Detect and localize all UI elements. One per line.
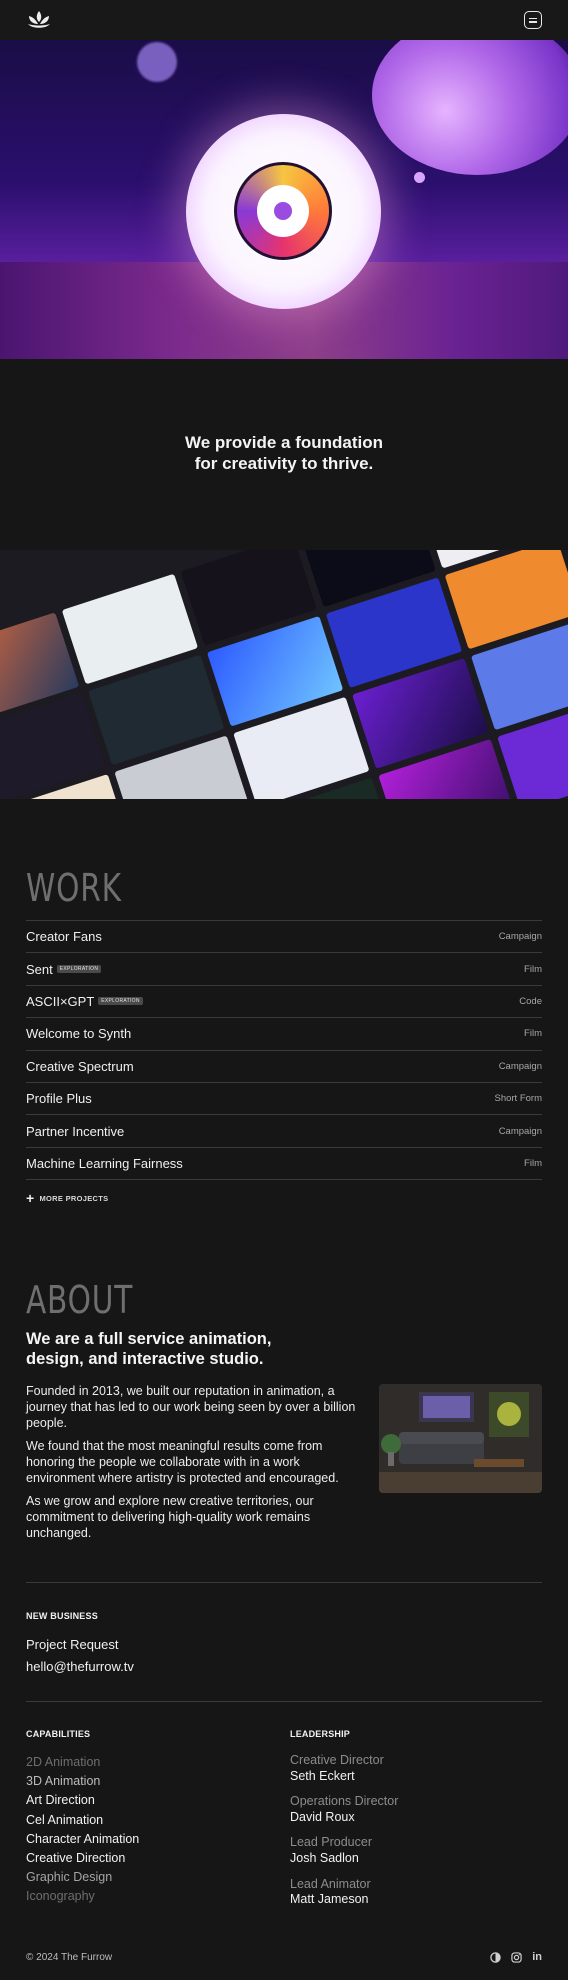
work-item-name: Creator Fans — [26, 929, 102, 944]
leader-role: Lead Animator — [290, 1876, 371, 1891]
work-item-label: Creator Fans — [26, 929, 102, 945]
work-item-category: Film — [524, 1028, 542, 1040]
capability-item: Creative Direction — [26, 1851, 126, 1866]
leader-entry: Creative Director Seth Eckert — [290, 1753, 398, 1784]
work-item-label: Profile Plus — [26, 1091, 92, 1107]
leadership-list: Creative Director Seth Eckert Operations… — [290, 1753, 398, 1918]
work-item-label: Partner Incentive — [26, 1123, 125, 1139]
instagram-icon[interactable] — [511, 1951, 522, 1963]
leader-entry: Lead Animator Matt Jameson — [290, 1877, 398, 1908]
exploration-badge: EXPLORATION — [56, 965, 102, 974]
work-item-name: Sent EXPLORATION — [26, 961, 102, 977]
about-headline: We are a full service animation, design,… — [26, 1329, 356, 1369]
work-item-name: Partner Incentive — [26, 1124, 124, 1139]
menu-icon[interactable] — [524, 11, 542, 29]
theme-toggle-icon[interactable] — [490, 1951, 501, 1963]
capability-item: Iconography — [26, 1889, 95, 1904]
about-headline-line-1: We are a full service animation, — [26, 1330, 272, 1348]
new-business-label: NEW BUSINESS — [26, 1611, 98, 1621]
capability-item: Character Animation — [26, 1831, 140, 1846]
top-bar — [0, 0, 568, 40]
collage-tiles — [0, 550, 568, 799]
work-item-category: Campaign — [498, 1060, 542, 1072]
about-title: ABOUT — [26, 1278, 134, 1322]
capability-item: Graphic Design — [26, 1870, 113, 1885]
more-projects-button[interactable]: + MORE PROJECTS — [26, 1190, 109, 1206]
about-body: Founded in 2013, we built our reputation… — [26, 1383, 366, 1548]
hero-banner — [0, 40, 568, 359]
tagline-line-1: We provide a foundation — [184, 433, 384, 452]
leader-entry: Lead Producer Josh Sadlon — [290, 1835, 398, 1866]
section-divider — [26, 1701, 542, 1702]
work-item-label: ASCII×GPT — [26, 993, 95, 1009]
work-list: Creator Fans Campaign Sent EXPLORATION Fi… — [26, 920, 542, 1181]
studio-photo-illustration — [379, 1384, 542, 1493]
tagline-line-2: for creativity to thrive. — [194, 454, 374, 473]
work-item-name: Creative Spectrum — [26, 1059, 134, 1074]
work-item-label: Sent — [26, 961, 53, 977]
leader-entry: Operations Director David Roux — [290, 1794, 398, 1825]
hero-orb — [372, 40, 568, 175]
leader-name: Josh Sadlon — [290, 1850, 359, 1865]
work-item-name: Welcome to Synth — [26, 1026, 131, 1041]
about-paragraph: As we grow and explore new creative terr… — [26, 1494, 314, 1540]
work-title: WORK — [26, 866, 122, 910]
work-item-category: Film — [524, 963, 542, 975]
about-paragraph: We found that the most meaningful result… — [26, 1439, 339, 1485]
social-links: in — [490, 1951, 542, 1963]
work-item-creator-fans[interactable]: Creator Fans Campaign — [26, 920, 542, 952]
project-request-link[interactable]: Project Request — [26, 1637, 119, 1652]
work-item-profile-plus[interactable]: Profile Plus Short Form — [26, 1081, 542, 1114]
more-projects-label: MORE PROJECTS — [39, 1193, 109, 1203]
capabilities-list: 2D Animation 3D Animation Art Direction … — [26, 1753, 139, 1907]
work-item-name: Machine Learning Fairness — [26, 1156, 183, 1171]
leadership-label: LEADERSHIP — [290, 1729, 351, 1739]
leader-name: David Roux — [290, 1809, 355, 1824]
work-item-label: Creative Spectrum — [26, 1058, 134, 1074]
footer: © 2024 The Furrow in — [26, 1951, 542, 1963]
hero-orb-dot — [414, 172, 425, 183]
exploration-badge: EXPLORATION — [98, 997, 143, 1006]
email-link[interactable]: hello@thefurrow.tv — [26, 1659, 134, 1674]
work-list-end-divider — [26, 1179, 542, 1181]
work-item-welcome-to-synth[interactable]: Welcome to Synth Film — [26, 1017, 542, 1049]
work-item-ascii-gpt[interactable]: ASCII×GPT EXPLORATION Code — [26, 984, 542, 1017]
studio-photo — [379, 1384, 542, 1493]
work-item-name: ASCII×GPT EXPLORATION — [26, 994, 143, 1009]
work-item-category: Code — [519, 995, 542, 1007]
about-headline-line-2: design, and interactive studio. — [26, 1350, 264, 1368]
lotus-logo-icon[interactable] — [26, 9, 52, 31]
leader-name: Matt Jameson — [290, 1892, 369, 1907]
work-item-category: Campaign — [498, 1125, 542, 1137]
project-collage — [0, 550, 568, 799]
section-divider — [26, 1582, 542, 1583]
work-item-sent[interactable]: Sent EXPLORATION Film — [26, 952, 542, 984]
leader-name: Seth Eckert — [290, 1768, 355, 1783]
hero-orb-small — [137, 42, 177, 82]
hero-disc-dot — [274, 202, 292, 220]
plus-icon: + — [26, 1190, 35, 1206]
capability-item: Cel Animation — [26, 1812, 104, 1827]
work-item-label: Machine Learning Fairness — [26, 1155, 183, 1171]
copyright: © 2024 The Furrow — [26, 1951, 113, 1963]
work-item-ml-fairness[interactable]: Machine Learning Fairness Film — [26, 1146, 542, 1179]
leader-role: Lead Producer — [290, 1835, 373, 1850]
work-item-creative-spectrum[interactable]: Creative Spectrum Campaign — [26, 1049, 542, 1082]
capability-item: Art Direction — [26, 1793, 95, 1808]
linkedin-icon[interactable]: in — [532, 1951, 542, 1963]
about-paragraph: Founded in 2013, we built our reputation… — [26, 1384, 356, 1430]
capabilities-label: CAPABILITIES — [26, 1729, 91, 1739]
work-item-category: Film — [524, 1157, 542, 1169]
leader-role: Creative Director — [290, 1753, 384, 1767]
capability-item: 3D Animation — [26, 1774, 101, 1789]
work-item-name: Profile Plus — [26, 1091, 92, 1106]
work-item-label: Welcome to Synth — [26, 1026, 132, 1042]
work-item-category: Short Form — [494, 1093, 542, 1105]
capability-item: 2D Animation — [26, 1755, 101, 1769]
work-item-category: Campaign — [498, 931, 542, 943]
tagline: We provide a foundation for creativity t… — [0, 432, 568, 474]
leader-role: Operations Director — [290, 1794, 399, 1809]
work-item-partner-incentive[interactable]: Partner Incentive Campaign — [26, 1114, 542, 1146]
